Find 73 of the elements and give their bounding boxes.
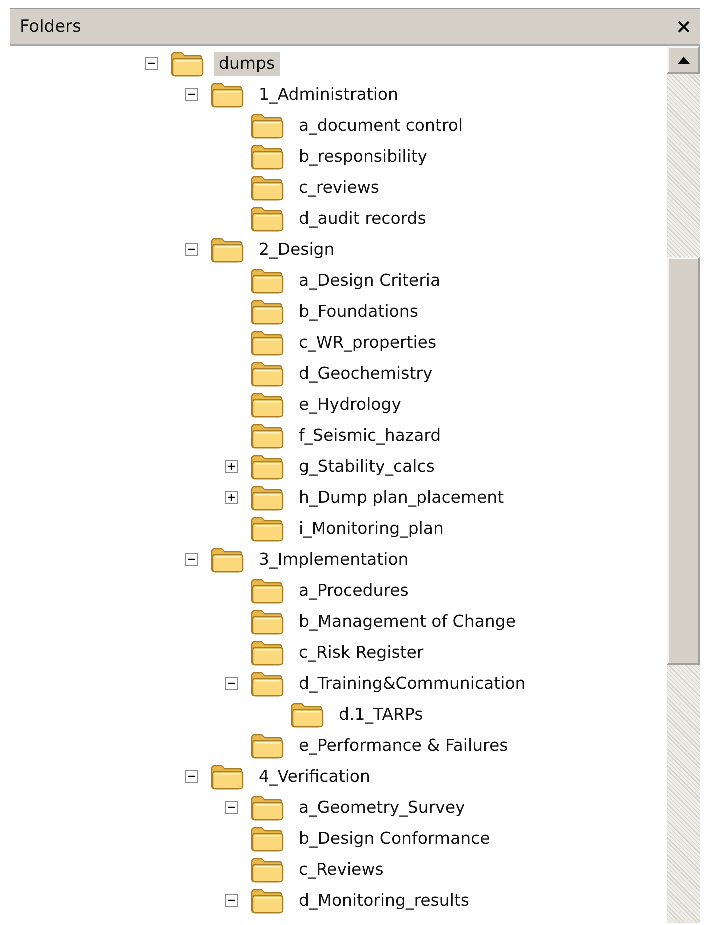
folder-name[interactable]: d_Geochemistry (294, 362, 438, 386)
scroll-up-button[interactable] (667, 46, 700, 74)
folder-icon (250, 484, 284, 510)
folder-name[interactable]: d_audit records (294, 206, 432, 230)
up-arrow-icon (678, 56, 690, 64)
collapse-icon[interactable] (185, 770, 198, 783)
folder-icon (250, 112, 284, 138)
folder-name[interactable]: b_Foundations (294, 300, 424, 324)
folder-name[interactable]: h_Dump plan_placement (294, 486, 510, 510)
folder-name[interactable]: dumps (214, 52, 280, 76)
folder-icon (210, 82, 244, 108)
folder-icon (250, 856, 284, 882)
folder-name[interactable]: c_Reviews (294, 858, 389, 882)
folder-name[interactable]: 4_Verification (254, 764, 376, 788)
folder-icon (250, 206, 284, 232)
folder-name[interactable]: 3_Implementation (254, 548, 414, 572)
expand-icon[interactable] (225, 491, 238, 504)
folder-name[interactable]: a_document control (294, 114, 468, 138)
close-button[interactable] (676, 18, 692, 34)
folder-icon (250, 422, 284, 448)
folder-name[interactable]: g_Stability_calcs (294, 454, 440, 478)
scroll-thumb[interactable] (667, 257, 700, 665)
folder-icon (250, 360, 284, 386)
folder-icon (210, 236, 244, 262)
folder-icon (250, 794, 284, 820)
folder-name[interactable]: b_Management of Change (294, 610, 521, 634)
folder-icon (250, 608, 284, 634)
folder-name[interactable]: a_Design Criteria (294, 268, 446, 292)
folder-icon (250, 826, 284, 852)
collapse-icon[interactable] (185, 243, 198, 256)
expand-icon[interactable] (225, 460, 238, 473)
folder-icon (250, 732, 284, 758)
folder-icon (250, 454, 284, 480)
collapse-icon[interactable] (185, 88, 198, 101)
folder-name[interactable]: f_Seismic_hazard (294, 424, 446, 448)
folder-name[interactable]: 1_Administration (254, 82, 404, 106)
folder-icon (250, 144, 284, 170)
folder-icon (250, 670, 284, 696)
folder-icon (250, 888, 284, 914)
folder-name[interactable]: d.1_TARPs (334, 702, 428, 726)
collapse-icon[interactable] (145, 57, 158, 70)
folder-name[interactable]: a_Geometry_Survey (294, 796, 470, 820)
folder-icon (250, 640, 284, 666)
folder-icon (290, 702, 324, 728)
folder-icon (250, 330, 284, 356)
collapse-icon[interactable] (225, 801, 238, 814)
folder-name[interactable]: b_responsibility (294, 144, 433, 168)
folder-icon (250, 268, 284, 294)
folder-icon (250, 578, 284, 604)
folder-icon (210, 546, 244, 572)
folder-name[interactable]: e_Performance & Failures (294, 734, 514, 758)
folder-name[interactable]: d_Training&Communication (294, 672, 531, 696)
folder-name[interactable]: 2_Design (254, 238, 340, 262)
folder-name[interactable]: i_Monitoring_plan (294, 516, 449, 540)
folder-icon (250, 516, 284, 542)
folder-icon (250, 298, 284, 324)
folder-icon (170, 50, 204, 76)
folder-name[interactable]: c_Risk Register (294, 640, 429, 664)
folder-name[interactable]: e_Hydrology (294, 392, 406, 416)
scrollbar[interactable] (667, 46, 700, 923)
folder-name[interactable]: b_Design Conformance (294, 826, 496, 850)
folder-icon (250, 174, 284, 200)
folder-name[interactable]: c_reviews (294, 176, 384, 200)
panel-title: Folders (20, 16, 82, 36)
folder-icon (250, 392, 284, 418)
folder-name[interactable]: a_Procedures (294, 578, 414, 602)
folder-name[interactable]: c_WR_properties (294, 330, 442, 354)
folder-name[interactable]: d_Monitoring_results (294, 888, 474, 912)
collapse-icon[interactable] (225, 894, 238, 907)
collapse-icon[interactable] (225, 677, 238, 690)
folder-icon (210, 764, 244, 790)
close-icon (676, 18, 692, 34)
collapse-icon[interactable] (185, 553, 198, 566)
